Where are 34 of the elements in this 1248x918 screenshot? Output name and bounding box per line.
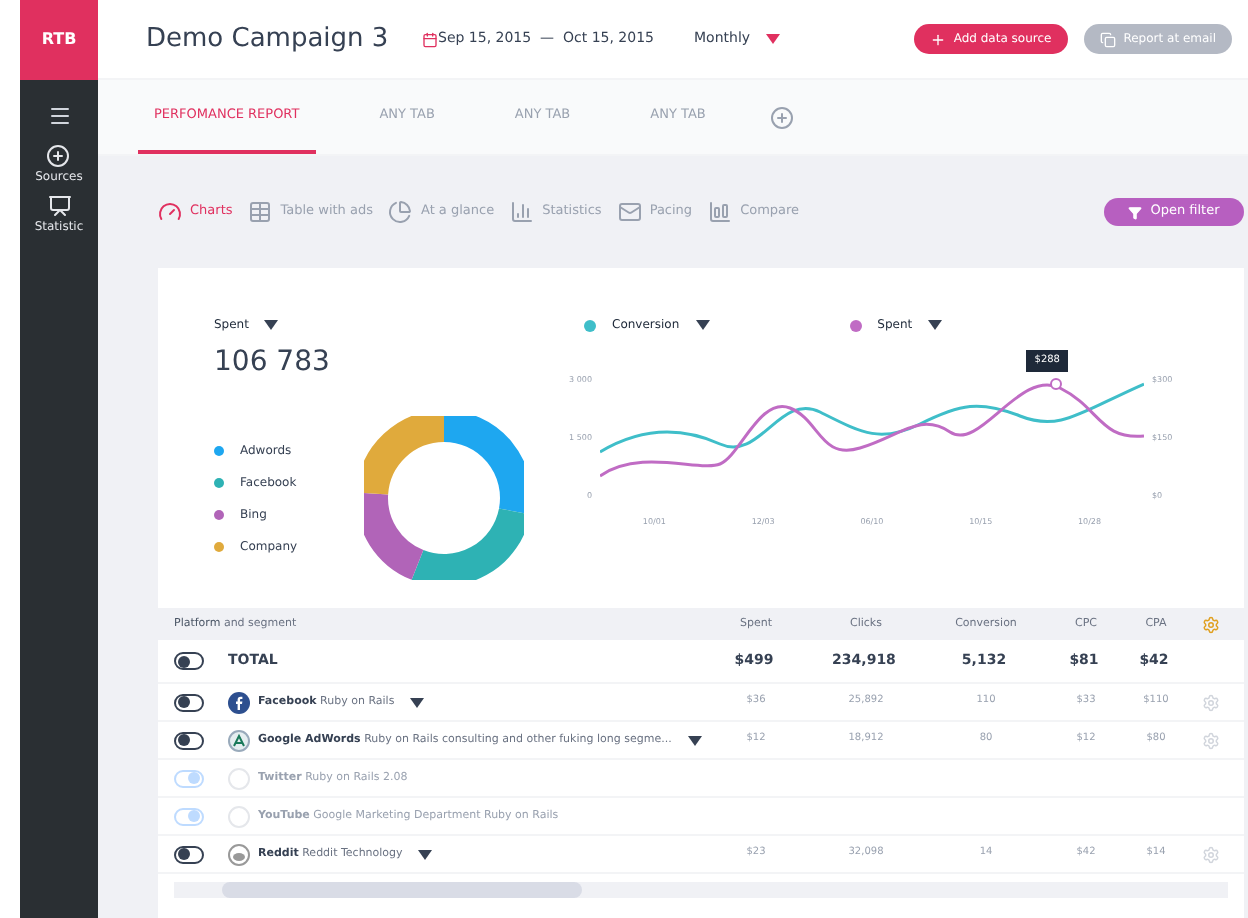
page-title: Demo Campaign 3 xyxy=(146,21,391,58)
toggle-switch[interactable] xyxy=(174,652,204,670)
platform-icon xyxy=(228,729,250,751)
menu-icon[interactable] xyxy=(47,104,71,128)
data-point[interactable] xyxy=(1050,378,1062,390)
caret-icon[interactable] xyxy=(695,320,710,330)
bars-icon xyxy=(708,200,733,224)
board-icon xyxy=(47,194,71,218)
scrollbar[interactable] xyxy=(222,882,582,898)
filter-icon xyxy=(1128,205,1143,219)
caret-icon[interactable] xyxy=(766,34,781,44)
gauge-icon xyxy=(158,200,182,224)
platform-icon xyxy=(228,691,250,713)
logo: RTB xyxy=(20,0,98,80)
add-icon xyxy=(46,144,71,168)
metric-value: 106 783 xyxy=(214,344,332,382)
copy-icon xyxy=(1099,31,1116,47)
caret-icon[interactable] xyxy=(928,320,943,330)
table-icon xyxy=(248,200,273,224)
envelope-icon xyxy=(617,200,642,224)
caret-icon[interactable] xyxy=(410,697,425,707)
plus-icon xyxy=(929,31,946,47)
toggle-switch[interactable] xyxy=(174,845,204,863)
toggle-switch[interactable] xyxy=(174,693,204,711)
platform-icon xyxy=(228,805,250,827)
bars-icon xyxy=(510,200,535,224)
calendar-icon xyxy=(422,31,438,47)
toggle-switch[interactable] xyxy=(174,731,204,749)
caret-icon[interactable] xyxy=(687,735,702,745)
platform-icon xyxy=(228,843,250,865)
pie-icon xyxy=(388,200,413,224)
platform-icon xyxy=(228,767,250,789)
caret-icon[interactable] xyxy=(264,320,279,330)
caret-icon[interactable] xyxy=(418,849,433,859)
